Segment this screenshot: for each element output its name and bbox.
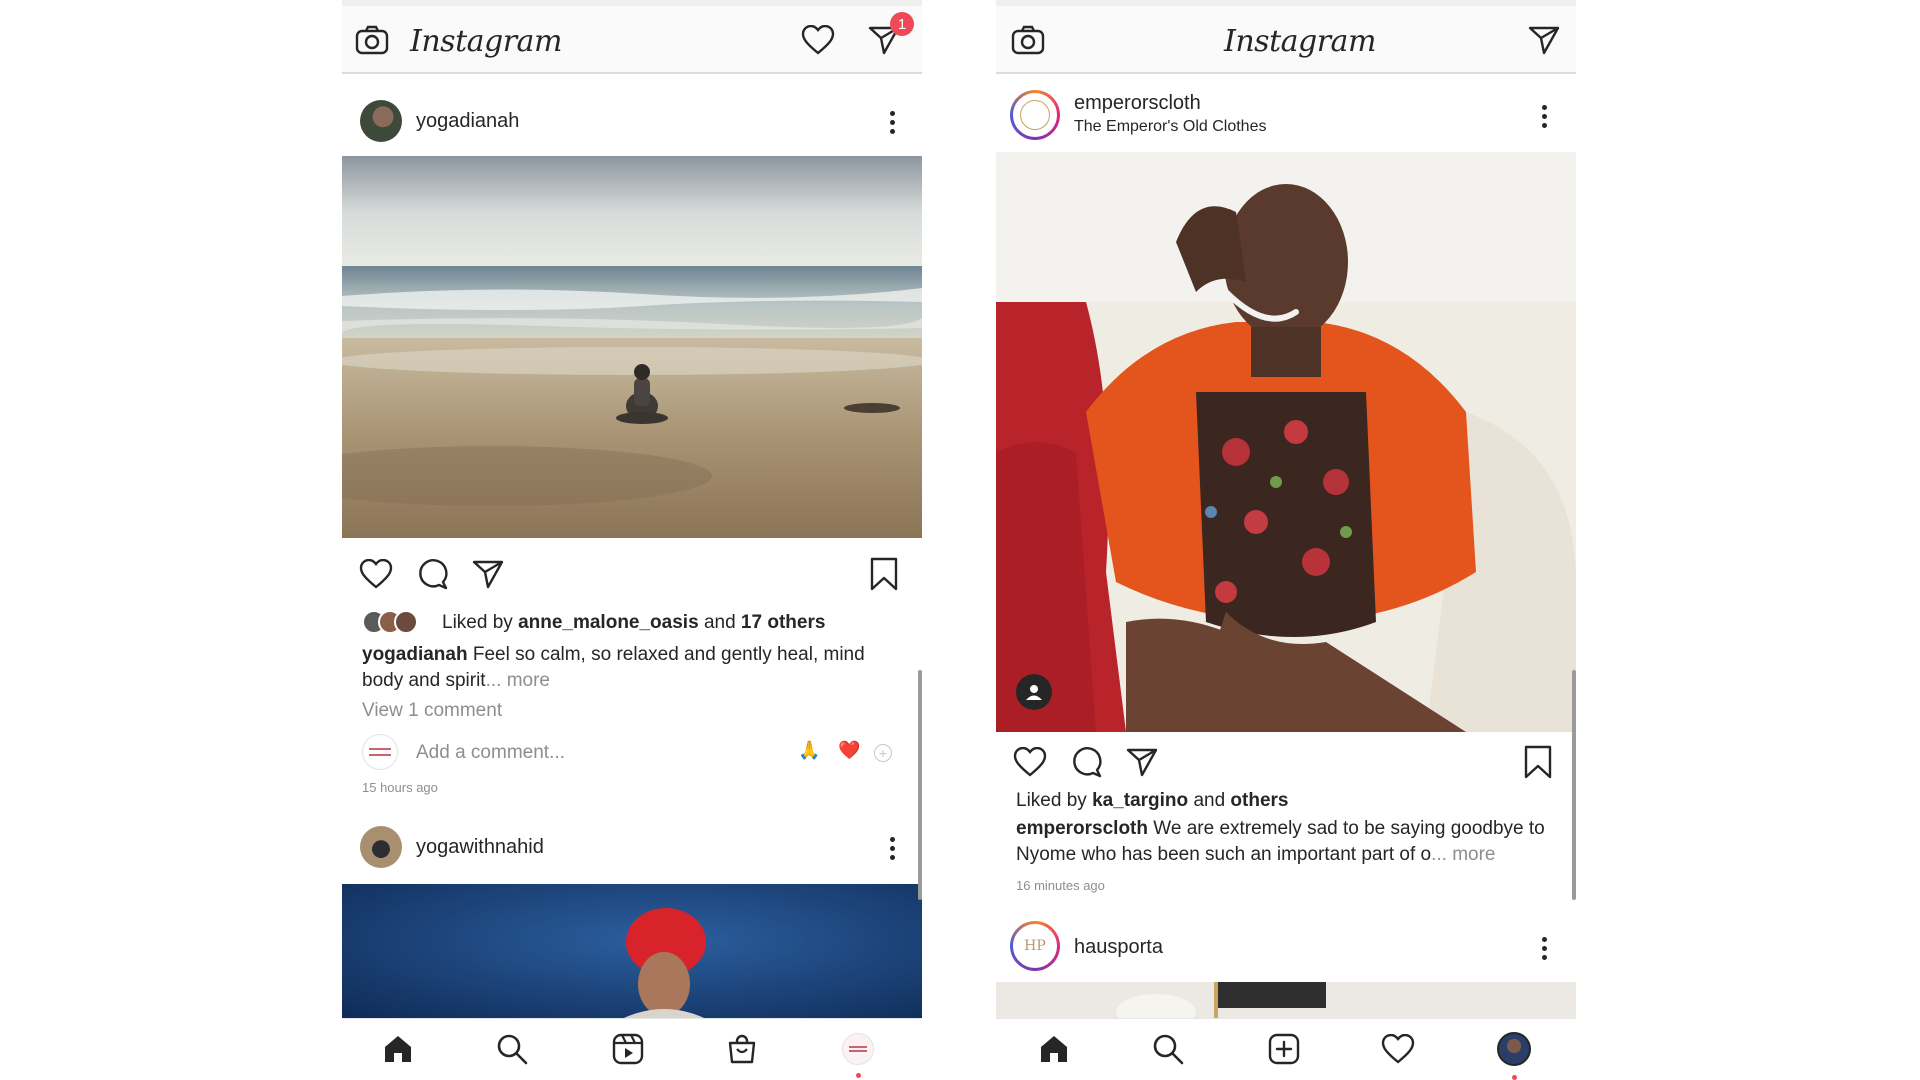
comment-icon[interactable] (1068, 744, 1104, 780)
likes-and: and (703, 612, 736, 633)
more-options-icon[interactable] (880, 104, 904, 140)
avatar (1497, 1032, 1531, 1066)
phone-screen-right: Instagram emperorscloth The Emperor's Ol… (996, 0, 1576, 1080)
likes-summary[interactable]: Liked by anne_malone_oasis and 17 others (442, 612, 825, 634)
scrollbar[interactable] (918, 670, 922, 900)
liked-by-user[interactable]: ka_targino (1092, 790, 1188, 811)
caption-more-link[interactable]: ... more (1431, 844, 1495, 865)
notification-dot (856, 1073, 861, 1078)
bottom-navigation (996, 1018, 1576, 1080)
likes-prefix: Liked by (442, 612, 513, 633)
post-header: yogadianah (342, 90, 922, 154)
more-options-icon[interactable] (880, 830, 904, 866)
reaction-heart-icon[interactable]: ❤️ (838, 740, 860, 761)
bookmark-icon[interactable] (866, 556, 902, 592)
share-icon[interactable] (470, 556, 506, 592)
profile-logo-mark (849, 1046, 867, 1052)
story-ring-avatar[interactable]: HP (1010, 921, 1060, 971)
activity-heart-icon[interactable] (1378, 1029, 1418, 1069)
comment-icon[interactable] (414, 556, 450, 592)
profile-avatar-icon[interactable] (1494, 1029, 1534, 1069)
caption-username[interactable]: yogadianah (362, 644, 468, 665)
likes-and: and (1193, 790, 1226, 811)
shop-icon[interactable] (722, 1029, 762, 1069)
bookmark-icon[interactable] (1520, 744, 1556, 780)
view-comments-link[interactable]: View 1 comment (362, 700, 502, 722)
likes-others[interactable]: 17 others (741, 612, 825, 633)
home-icon[interactable] (378, 1029, 418, 1069)
scrollbar[interactable] (1572, 670, 1576, 900)
more-options-icon[interactable] (1532, 98, 1556, 134)
notification-dot (1512, 1075, 1517, 1080)
tagged-people-icon[interactable] (1016, 674, 1052, 710)
instagram-logo[interactable]: Instagram (410, 24, 562, 59)
avatar[interactable] (360, 100, 402, 142)
post-actions (996, 736, 1576, 786)
likes-others[interactable]: others (1230, 790, 1288, 811)
profile-avatar-icon[interactable] (838, 1029, 878, 1069)
post-username[interactable]: yogawithnahid (416, 836, 544, 859)
post-timestamp: 16 minutes ago (1016, 878, 1105, 893)
post-username[interactable]: emperorscloth (1074, 92, 1201, 115)
avatar (842, 1033, 874, 1065)
post-subtitle: The Emperor's Old Clothes (1074, 118, 1267, 135)
like-heart-icon[interactable] (358, 556, 394, 592)
post-header: HP hausporta (996, 914, 1576, 978)
caption-line-1: yogadianah Feel so calm, so relaxed and … (362, 644, 865, 666)
search-icon[interactable] (1148, 1029, 1188, 1069)
avatar (1013, 93, 1057, 137)
reels-icon[interactable] (608, 1029, 648, 1069)
reaction-pray-icon[interactable]: 🙏 (798, 740, 820, 761)
top-bar: Instagram (996, 6, 1576, 74)
instagram-logo[interactable]: Instagram (1224, 24, 1376, 59)
add-comment-input[interactable]: Add a comment... (416, 742, 565, 764)
new-post-icon[interactable] (1264, 1029, 1304, 1069)
heart-icon[interactable] (800, 22, 836, 58)
caption-line-1: emperorscloth We are extremely sad to be… (1016, 818, 1545, 840)
avatar[interactable] (360, 826, 402, 868)
like-heart-icon[interactable] (1012, 744, 1048, 780)
caption-username[interactable]: emperorscloth (1016, 818, 1148, 839)
avatar (362, 734, 398, 770)
post-actions (342, 548, 922, 598)
caption-line-2: body and spirit... more (362, 670, 550, 692)
liked-by-avatars (362, 608, 426, 636)
post-timestamp: 15 hours ago (362, 780, 438, 795)
more-options-icon[interactable] (1532, 930, 1556, 966)
post-photo[interactable] (342, 884, 922, 1024)
caption-line-2: Nyome who has been such an important par… (1016, 844, 1495, 866)
camera-icon[interactable] (354, 22, 390, 58)
search-icon[interactable] (492, 1029, 532, 1069)
camera-icon[interactable] (1010, 22, 1046, 58)
dm-badge: 1 (890, 12, 914, 36)
post-username[interactable]: hausporta (1074, 936, 1163, 959)
story-ring-avatar[interactable] (1010, 90, 1060, 140)
post-username[interactable]: yogadianah (416, 110, 519, 133)
avatar: HP (1013, 924, 1057, 968)
home-icon[interactable] (1034, 1029, 1074, 1069)
likes-prefix: Liked by (1016, 790, 1087, 811)
liked-by-user[interactable]: anne_malone_oasis (518, 612, 699, 633)
caption-text: Feel so calm, so relaxed and gently heal… (472, 644, 865, 665)
post-header: emperorscloth The Emperor's Old Clothes (996, 84, 1576, 148)
caption-text: We are extremely sad to be saying goodby… (1153, 818, 1545, 839)
caption-text-continued: body and spirit (362, 670, 486, 691)
top-bar: Instagram 1 (342, 6, 922, 74)
bottom-navigation (342, 1018, 922, 1080)
profile-logo-mark (369, 748, 391, 756)
post-photo[interactable] (996, 152, 1576, 732)
add-reaction-icon[interactable]: + (874, 744, 892, 762)
direct-message-icon[interactable] (1526, 22, 1562, 58)
share-icon[interactable] (1124, 744, 1160, 780)
phone-screen-left: Instagram 1 yogadianah Liked by anne_mal… (342, 0, 922, 1080)
post-photo[interactable] (342, 156, 922, 538)
caption-more-link[interactable]: ... more (486, 670, 550, 691)
brand-seal-mark (1020, 100, 1050, 130)
caption-text-continued: Nyome who has been such an important par… (1016, 844, 1432, 865)
post-header: yogawithnahid (342, 816, 922, 880)
likes-summary[interactable]: Liked by ka_targino and others (1016, 790, 1289, 812)
avatar (394, 610, 418, 634)
